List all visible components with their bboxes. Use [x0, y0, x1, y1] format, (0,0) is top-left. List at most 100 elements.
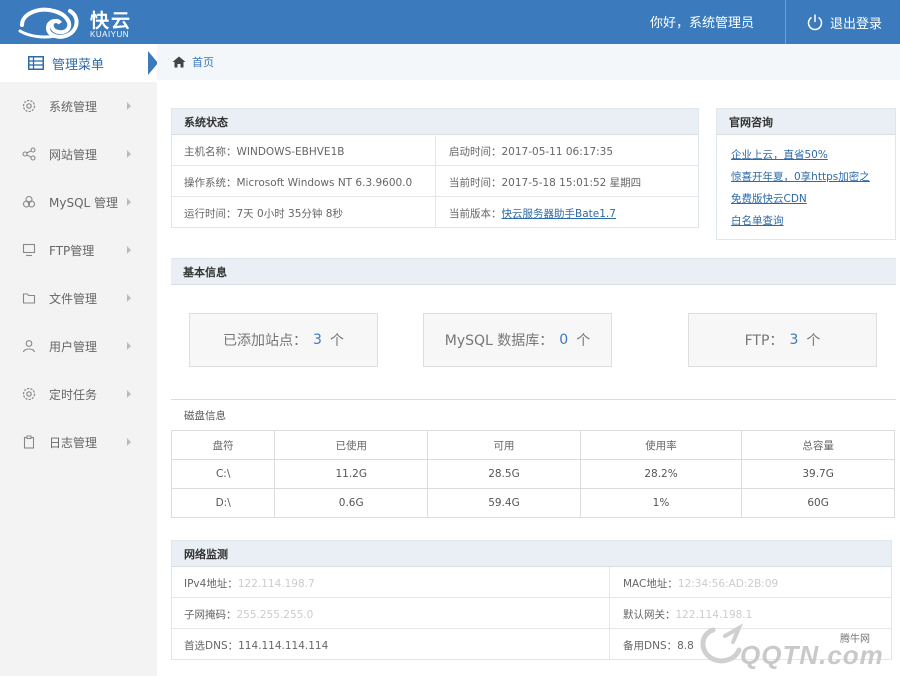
divider: [609, 567, 610, 660]
current-time-value: 2017-5-18 15:01:52 星期四: [501, 177, 642, 189]
table-cell: C:\: [170, 459, 276, 489]
chevron-right-icon: [127, 246, 131, 254]
logo-subtext: KUAIYUN: [90, 30, 130, 39]
mask-label: 子网掩码：: [184, 609, 237, 621]
sites-count-card[interactable]: 已添加站点： 3 个: [189, 313, 378, 367]
boot-time-row: 启动时间：2017-05-11 06:17:35: [449, 144, 613, 159]
disk-info-title: 磁盘信息: [184, 410, 226, 422]
version-link[interactable]: 快云服务器助手Bate1.7: [502, 208, 616, 220]
column-header: 盘符: [170, 430, 276, 460]
sidebar-item-mysql[interactable]: MySQL 管理: [0, 178, 157, 226]
column-header: 使用率: [579, 430, 743, 460]
chevron-right-icon: [127, 342, 131, 350]
uptime-label: 运行时间：: [184, 208, 237, 220]
divider: [171, 399, 896, 400]
column-header: 已使用: [274, 430, 429, 460]
sidebar-item-system[interactable]: 系统管理: [0, 82, 157, 130]
mysql-count-card[interactable]: MySQL 数据库： 0 个: [423, 313, 612, 367]
sidebar-item-files[interactable]: 文件管理: [0, 274, 157, 322]
logo-text: 快云: [90, 10, 133, 32]
user-greeting: 你好，系统管理员: [650, 16, 755, 31]
chevron-right-icon: [127, 390, 131, 398]
version-row: 当前版本：快云服务器助手Bate1.7: [449, 206, 616, 221]
sidebar-item-cron[interactable]: 定时任务: [0, 370, 157, 418]
gear-icon: [22, 99, 36, 113]
panel-title: 网络监测: [172, 541, 891, 567]
chevron-right-icon: [127, 102, 131, 110]
sidebar-item-label: 定时任务: [49, 387, 98, 402]
sidebar-item-label: 用户管理: [49, 339, 98, 354]
sidebar-item-logs[interactable]: 日志管理: [0, 418, 157, 466]
sidebar-item-label: 网站管理: [49, 147, 98, 162]
cloud-logo-icon: [18, 7, 79, 39]
panel-title: 官网咨询: [717, 109, 895, 135]
divider: [171, 597, 892, 598]
panel-title: 基本信息: [171, 259, 896, 285]
table-cell: 28.5G: [427, 459, 581, 489]
home-icon: [172, 56, 186, 68]
top-header: 快云 KUAIYUN 你好，系统管理员 退出登录: [0, 0, 900, 44]
chevron-right-icon: [127, 150, 131, 158]
table-cell: 39.7G: [741, 459, 895, 489]
unit-label: 个: [329, 333, 344, 349]
os-row: 操作系统：Microsoft Windows NT 6.3.9600.0: [184, 175, 412, 190]
dns2-label: 备用DNS：: [623, 640, 678, 652]
column-header: 总容量: [741, 430, 895, 460]
consult-link[interactable]: 免费版快云CDN: [731, 191, 807, 206]
sidebar-item-label: 系统管理: [49, 99, 98, 114]
hostname-row: 主机名称：WINDOWS-EBHVE1B: [184, 144, 344, 159]
sidebar-item-label: 日志管理: [49, 435, 98, 450]
ftp-count-card[interactable]: FTP： 3 个: [688, 313, 877, 367]
sidebar-item-website[interactable]: 网站管理: [0, 130, 157, 178]
gateway-label: 默认网关：: [623, 609, 676, 621]
consult-link[interactable]: 惊喜开年夏，0享https加密之: [731, 169, 870, 184]
app-logo[interactable]: 快云 KUAIYUN: [10, 3, 150, 43]
sidebar: 管理菜单 系统管理 网站管理 MySQL 管理 FTP管理 文件管理 用户管理 …: [0, 44, 158, 676]
logout-button[interactable]: 退出登录: [785, 0, 900, 44]
sidebar-item-label: 文件管理: [49, 291, 98, 306]
boot-time-value: 2017-05-11 06:17:35: [501, 146, 614, 158]
ipv4-value: 122.114.198.7: [237, 578, 315, 590]
table-grid-icon: [28, 56, 44, 70]
disk-table: 盘符 已使用 可用 使用率 总容量 C:\ 11.2G 28.5G 28.2% …: [170, 430, 895, 518]
clipboard-icon: [22, 435, 36, 449]
mac-value: 12:34:56:AD:2B:09: [677, 578, 779, 590]
consult-link[interactable]: 白名单查询: [731, 213, 784, 228]
consult-link[interactable]: 企业上云，直省50%: [731, 147, 828, 162]
table-cell: 28.2%: [579, 459, 743, 489]
ipv4-row: IPv4地址：122.114.198.7: [184, 576, 315, 591]
hostname-value: WINDOWS-EBHVE1B: [236, 146, 345, 158]
uptime-value: 7天 0小时 35分钟 8秒: [236, 208, 343, 220]
table-cell: 1%: [579, 488, 743, 518]
dns1-value: 114.114.114.114: [238, 640, 329, 652]
table-row: C:\ 11.2G 28.5G 28.2% 39.7G: [170, 459, 895, 489]
mask-value: 255.255.255.0: [236, 609, 314, 621]
dns2-row: 备用DNS：8.8: [623, 638, 694, 653]
panel-title: 系统状态: [172, 109, 698, 135]
sidebar-item-ftp[interactable]: FTP管理: [0, 226, 157, 274]
main-content: 首页 系统状态 主机名称：WINDOWS-EBHVE1B 启动时间：2017-0…: [157, 44, 900, 676]
official-consult-panel: 官网咨询 企业上云，直省50% 惊喜开年夏，0享https加密之 免费版快云CD…: [716, 108, 896, 240]
power-icon: [807, 14, 823, 31]
hostname-label: 主机名称：: [184, 146, 237, 158]
monitor-icon: [22, 243, 36, 257]
sites-label: 已添加站点：: [223, 333, 308, 349]
sidebar-title: 管理菜单: [52, 57, 105, 73]
sidebar-item-users[interactable]: 用户管理: [0, 322, 157, 370]
uptime-row: 运行时间：7天 0小时 35分钟 8秒: [184, 206, 343, 221]
table-header-row: 盘符 已使用 可用 使用率 总容量: [170, 430, 895, 460]
chevron-right-icon: [127, 294, 131, 302]
column-header: 可用: [427, 430, 581, 460]
ftp-count: 3: [789, 332, 799, 348]
breadcrumb-home-link[interactable]: 首页: [192, 54, 214, 70]
watermark-brand: QQTN.com: [740, 640, 884, 670]
version-label: 当前版本：: [449, 208, 502, 220]
current-time-row: 当前时间：2017-5-18 15:01:52 星期四: [449, 175, 641, 190]
chevron-right-icon: [127, 198, 131, 206]
mask-row: 子网掩码：255.255.255.0: [184, 607, 313, 622]
unit-label: 个: [806, 333, 821, 349]
user-icon: [22, 339, 36, 353]
unit-label: 个: [576, 333, 591, 349]
current-time-label: 当前时间：: [449, 177, 502, 189]
table-cell: D:\: [170, 488, 276, 518]
